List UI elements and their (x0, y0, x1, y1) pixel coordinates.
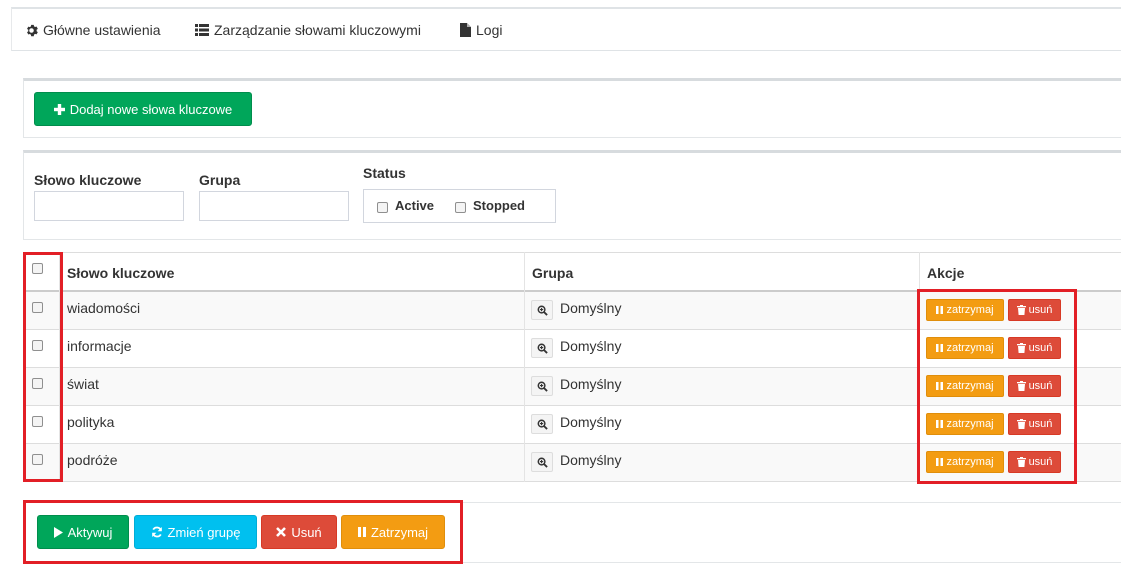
select-all-checkbox[interactable] (32, 263, 43, 274)
pause-icon (357, 527, 366, 537)
delete-keyword-button[interactable]: usuń (1008, 375, 1061, 397)
status-active-checkbox[interactable] (377, 202, 388, 213)
add-keywords-button[interactable]: Dodaj nowe słowa kluczowe (34, 92, 252, 126)
pause-keyword-button[interactable]: zatrzymaj (926, 451, 1004, 473)
keywords-table: Słowo kluczowe Grupa Akcje wiadomości Do… (23, 252, 1121, 482)
delete-keyword-button[interactable]: usuń (1008, 451, 1061, 473)
bulk-actions-bottom-border (23, 562, 1121, 563)
filter-panel (23, 150, 1121, 240)
row-checkbox[interactable] (32, 416, 43, 427)
bulk-activate-button[interactable]: Aktywuj (37, 515, 129, 549)
group-zoom-button[interactable] (531, 300, 553, 320)
plus-icon (53, 103, 65, 115)
pause-icon (936, 344, 944, 352)
trash-icon (1016, 305, 1026, 315)
pause-label: zatrzymaj (946, 380, 994, 392)
zoom-in-icon (537, 457, 548, 468)
nav-main-settings-label: Główne ustawienia (43, 22, 161, 38)
play-icon (53, 526, 63, 538)
bulk-actions-top-border (23, 502, 1121, 503)
row-keyword: podróże (67, 452, 118, 468)
delete-label: usuń (1028, 456, 1053, 468)
delete-label: usuń (1028, 304, 1053, 316)
status-stopped-checkbox[interactable] (455, 202, 466, 213)
keyword-filter-input[interactable] (34, 191, 184, 221)
bulk-pause-button[interactable]: Zatrzymaj (341, 515, 445, 549)
trash-icon (1016, 381, 1026, 391)
group-filter-label: Grupa (199, 172, 241, 188)
header-actions: Akcje (927, 265, 965, 281)
zoom-in-icon (537, 305, 548, 316)
row-keyword: wiadomości (67, 300, 141, 316)
delete-label: usuń (1028, 418, 1053, 430)
trash-icon (1016, 419, 1026, 429)
row-keyword: polityka (67, 414, 115, 430)
file-icon (460, 23, 471, 37)
close-icon (276, 527, 287, 537)
delete-keyword-button[interactable]: usuń (1008, 337, 1061, 359)
bulk-delete-button[interactable]: Usuń (261, 515, 337, 549)
delete-keyword-button[interactable]: usuń (1008, 413, 1061, 435)
pause-keyword-button[interactable]: zatrzymaj (926, 337, 1004, 359)
pause-label: zatrzymaj (946, 456, 994, 468)
row-group: Domyślny (560, 338, 622, 354)
header-keyword[interactable]: Słowo kluczowe (67, 265, 174, 281)
group-zoom-button[interactable] (531, 452, 553, 472)
row-group: Domyślny (560, 414, 622, 430)
top-nav: Główne ustawienia Zarządzanie słowami kl… (11, 7, 1121, 51)
row-checkbox[interactable] (32, 302, 43, 313)
trash-icon (1016, 343, 1026, 353)
pause-keyword-button[interactable]: zatrzymaj (926, 413, 1004, 435)
nav-main-settings[interactable]: Główne ustawienia (25, 22, 161, 38)
delete-label: usuń (1028, 342, 1053, 354)
bulk-delete-label: Usuń (291, 524, 322, 540)
add-keywords-label: Dodaj nowe słowa kluczowe (69, 101, 233, 117)
pause-label: zatrzymaj (946, 418, 994, 430)
status-filter-label: Status (363, 165, 406, 181)
row-checkbox[interactable] (32, 378, 43, 389)
zoom-in-icon (537, 381, 548, 392)
row-keyword: informacje (67, 338, 132, 354)
gear-icon (27, 24, 38, 36)
row-group: Domyślny (560, 300, 622, 316)
pause-icon (936, 420, 944, 428)
header-group[interactable]: Grupa (532, 265, 573, 281)
pause-icon (936, 458, 944, 466)
group-zoom-button[interactable] (531, 414, 553, 434)
row-checkbox[interactable] (32, 454, 43, 465)
pause-label: zatrzymaj (946, 342, 994, 354)
list-icon (195, 24, 209, 36)
zoom-in-icon (537, 419, 548, 430)
delete-keyword-button[interactable]: usuń (1008, 299, 1061, 321)
pause-keyword-button[interactable]: zatrzymaj (926, 299, 1004, 321)
status-active-label: Active (395, 198, 435, 213)
row-group: Domyślny (560, 376, 622, 392)
nav-logs[interactable]: Logi (460, 22, 502, 38)
pause-icon (936, 382, 944, 390)
pause-label: zatrzymaj (946, 304, 994, 316)
delete-label: usuń (1028, 380, 1053, 392)
group-zoom-button[interactable] (531, 376, 553, 396)
bulk-pause-label: Zatrzymaj (370, 524, 429, 540)
nav-keyword-management[interactable]: Zarządzanie słowami kluczowymi (195, 22, 421, 38)
keyword-filter-label: Słowo kluczowe (34, 172, 142, 188)
nav-keyword-management-label: Zarządzanie słowami kluczowymi (214, 22, 421, 38)
row-checkbox[interactable] (32, 340, 43, 351)
pause-icon (936, 306, 944, 314)
bulk-activate-label: Aktywuj (67, 524, 113, 540)
zoom-in-icon (537, 343, 548, 354)
nav-logs-label: Logi (476, 22, 503, 38)
group-filter-input[interactable] (199, 191, 349, 221)
group-zoom-button[interactable] (531, 338, 553, 358)
status-stopped-label: Stopped (473, 198, 525, 213)
row-keyword: świat (67, 376, 99, 392)
refresh-icon (151, 526, 162, 538)
pause-keyword-button[interactable]: zatrzymaj (926, 375, 1004, 397)
trash-icon (1016, 457, 1026, 467)
bulk-change-group-label: Zmień grupę (167, 524, 241, 540)
row-group: Domyślny (560, 452, 622, 468)
bulk-change-group-button[interactable]: Zmień grupę (134, 515, 257, 549)
